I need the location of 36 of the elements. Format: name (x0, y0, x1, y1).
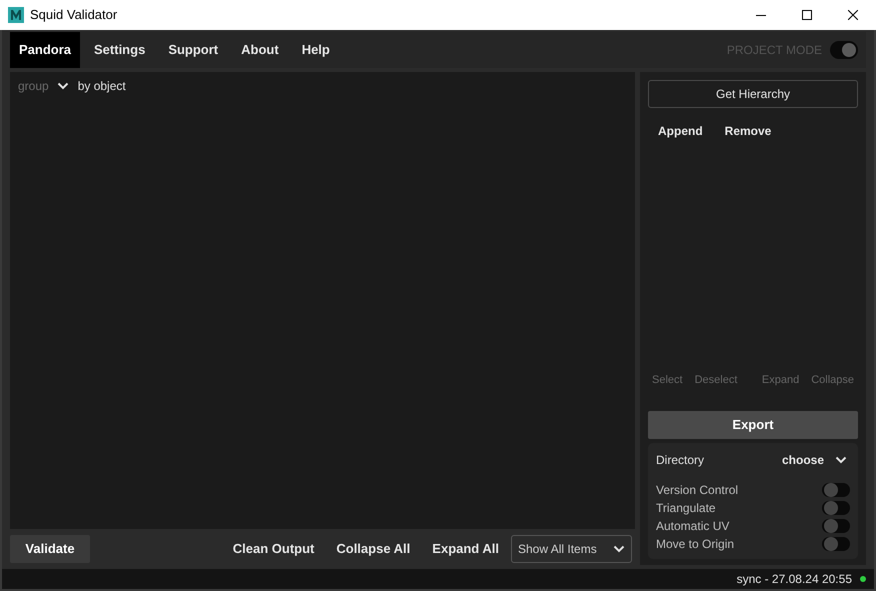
menu-tab[interactable]: Support (159, 32, 228, 68)
directory-dropdown[interactable]: choose (782, 451, 850, 469)
toggle-switch[interactable] (830, 41, 858, 59)
filter-dropdown[interactable]: Show All Items (511, 535, 632, 563)
action-button[interactable]: Clean Output (222, 539, 326, 559)
option-label: Version Control (656, 482, 738, 499)
hierarchy-action[interactable]: Remove (724, 122, 772, 140)
chevron-icon (613, 545, 625, 553)
menu-tab[interactable]: Help (292, 32, 339, 68)
directory-label: Directory (656, 452, 704, 469)
action-button[interactable]: Expand All (421, 539, 510, 559)
chevron-icon (56, 82, 69, 90)
window-title: Squid Validator (30, 6, 118, 24)
app-logo-icon (8, 7, 24, 23)
menu-tab[interactable]: Pandora (10, 32, 80, 68)
get-hierarchy-button[interactable]: Get Hierarchy (648, 80, 858, 108)
chevron-icon (835, 456, 847, 464)
menu-tab[interactable]: Settings (85, 32, 154, 68)
group-label: group (18, 78, 49, 95)
maximize-icon (802, 10, 812, 20)
validate-button[interactable]: Validate (10, 535, 90, 563)
group-dropdown[interactable]: by object (56, 77, 126, 95)
option-label: Triangulate (656, 500, 716, 517)
option-label: Automatic UV (656, 518, 730, 535)
option-label: Move to Origin (656, 536, 734, 553)
toggle-switch[interactable] (822, 519, 850, 533)
export-button[interactable]: Export (648, 411, 858, 439)
toggle-switch[interactable] (822, 537, 850, 551)
status-text: sync - 27.08.24 20:55 (736, 571, 852, 588)
toggle-switch[interactable] (822, 483, 850, 497)
toggle-switch[interactable] (822, 501, 850, 515)
minimize-icon (756, 14, 766, 16)
hierarchy-action[interactable]: Append (658, 122, 703, 140)
menu-tab[interactable]: About (232, 32, 288, 68)
action-button[interactable]: Collapse All (325, 539, 422, 559)
close-icon (848, 10, 858, 20)
